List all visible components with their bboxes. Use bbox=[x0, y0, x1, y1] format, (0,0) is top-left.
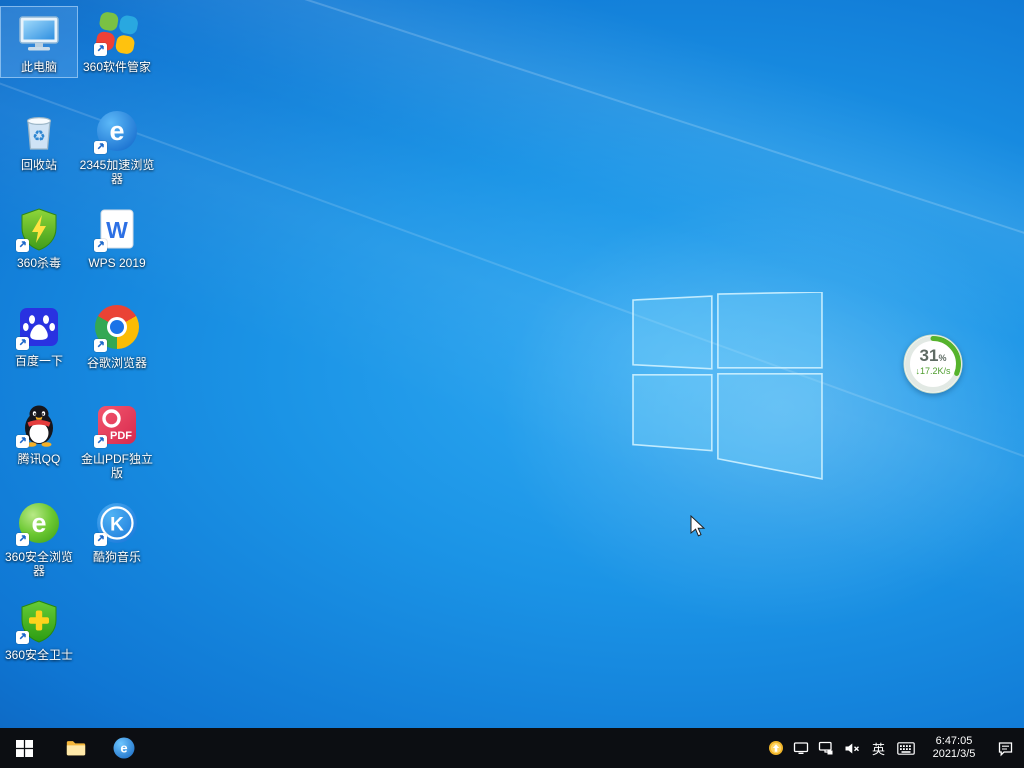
desktop-icon-label: 腾讯QQ bbox=[1, 452, 77, 466]
tray-volume-muted-button[interactable] bbox=[838, 728, 865, 768]
file-explorer-button[interactable] bbox=[56, 728, 96, 768]
desktop-icon-360-software-manager[interactable]: 360软件管家 bbox=[79, 7, 155, 77]
start-button[interactable] bbox=[0, 728, 48, 768]
shortcut-arrow-icon bbox=[94, 43, 107, 56]
desktop-icon-kugou-music[interactable]: K 酷狗音乐 bbox=[79, 497, 155, 567]
desktop-icon-label: 360杀毒 bbox=[1, 256, 77, 270]
download-progress-widget[interactable]: 31% ↓17.2K/s bbox=[901, 332, 965, 396]
desktop-icon-label: 360软件管家 bbox=[79, 60, 155, 74]
desktop-icon-wps-2019[interactable]: W WPS 2019 bbox=[79, 203, 155, 273]
taskbar: e bbox=[0, 728, 1024, 768]
tray-speedup-ball-button[interactable] bbox=[764, 728, 788, 768]
svg-text:K: K bbox=[110, 515, 124, 536]
svg-text:W: W bbox=[106, 217, 128, 243]
tray-touch-keyboard-button[interactable] bbox=[892, 728, 920, 768]
tray-display-button[interactable] bbox=[788, 728, 813, 768]
svg-text:e: e bbox=[109, 116, 124, 146]
svg-text:PDF: PDF bbox=[110, 430, 132, 442]
desktop-icon-label: 金山PDF独立版 bbox=[79, 452, 155, 480]
desktop-icon-label: 百度一下 bbox=[1, 354, 77, 368]
tray-network-button[interactable] bbox=[813, 728, 838, 768]
desktop-icon-kingsoft-pdf[interactable]: PDF 金山PDF独立版 bbox=[79, 399, 155, 483]
desktop-icon-label: 360安全浏览器 bbox=[1, 550, 77, 578]
qq-penguin-icon bbox=[15, 401, 63, 449]
volume-muted-icon bbox=[843, 740, 860, 757]
desktop-icon-label: 谷歌浏览器 bbox=[79, 356, 155, 370]
shortcut-arrow-icon bbox=[94, 141, 107, 154]
shortcut-arrow-icon bbox=[94, 339, 107, 352]
wps-2019-icon: W bbox=[93, 205, 141, 253]
chrome-icon bbox=[93, 305, 141, 353]
windows-start-icon bbox=[16, 740, 33, 757]
svg-text:e: e bbox=[120, 741, 127, 756]
desktop-icon-label: 此电脑 bbox=[1, 60, 77, 74]
desktop-icon-label: 360安全卫士 bbox=[1, 648, 77, 662]
touch-keyboard-icon bbox=[897, 742, 915, 755]
shortcut-arrow-icon bbox=[16, 239, 29, 252]
recycle-bin-icon: ♻ bbox=[15, 107, 63, 155]
desktop-icon-label: WPS 2019 bbox=[79, 256, 155, 270]
tray-ime-indicator[interactable]: 英 bbox=[865, 728, 892, 768]
360-antivirus-icon bbox=[15, 205, 63, 253]
desktop-icon-label: 酷狗音乐 bbox=[79, 550, 155, 564]
desktop-icon-chrome[interactable]: 谷歌浏览器 bbox=[79, 301, 155, 373]
desktop-icon-tencent-qq[interactable]: 腾讯QQ bbox=[1, 399, 77, 469]
gold-speedup-icon bbox=[768, 740, 784, 756]
shortcut-arrow-icon bbox=[16, 337, 29, 350]
360-safety-guard-icon bbox=[15, 597, 63, 645]
display-icon bbox=[793, 740, 809, 756]
action-center-icon bbox=[997, 740, 1014, 757]
shortcut-arrow-icon bbox=[94, 435, 107, 448]
download-percent: 31% bbox=[901, 347, 965, 367]
360-browser-icon: e bbox=[15, 499, 63, 547]
desktop-icon-baidu[interactable]: 百度一下 bbox=[1, 301, 77, 371]
desktop-icon-label: 回收站 bbox=[1, 158, 77, 172]
desktop-icon-360-safety-guard[interactable]: 360安全卫士 bbox=[1, 595, 77, 665]
tray-clock[interactable]: 6:47:05 2021/3/5 bbox=[920, 728, 988, 768]
action-center-button[interactable] bbox=[988, 728, 1022, 768]
clock-date: 2021/3/5 bbox=[933, 748, 976, 761]
shortcut-arrow-icon bbox=[94, 533, 107, 546]
browser-taskbar-button[interactable]: e bbox=[104, 728, 144, 768]
desktop-icon-2345-browser[interactable]: e 2345加速浏览器 bbox=[79, 105, 155, 189]
windows-logo bbox=[632, 292, 824, 484]
kingsoft-pdf-icon: PDF bbox=[93, 401, 141, 449]
desktop-icon-this-pc[interactable]: 此电脑 bbox=[1, 7, 77, 77]
shortcut-arrow-icon bbox=[16, 533, 29, 546]
network-ethernet-icon bbox=[818, 740, 834, 756]
baidu-icon bbox=[15, 303, 63, 351]
browser-e-icon: e bbox=[112, 736, 136, 760]
360-software-manager-icon bbox=[93, 9, 141, 57]
desktop-icon-360-browser[interactable]: e 360安全浏览器 bbox=[1, 497, 77, 581]
svg-text:e: e bbox=[31, 508, 46, 538]
2345-browser-icon: e bbox=[93, 107, 141, 155]
kugou-music-icon: K bbox=[93, 499, 141, 547]
system-tray: 英 6:47:05 2021/3/5 bbox=[764, 728, 1022, 768]
folder-icon bbox=[65, 737, 87, 759]
shortcut-arrow-icon bbox=[94, 239, 107, 252]
desktop-icon-label: 2345加速浏览器 bbox=[79, 158, 155, 186]
shortcut-arrow-icon bbox=[16, 435, 29, 448]
shortcut-arrow-icon bbox=[16, 631, 29, 644]
this-pc-icon bbox=[15, 9, 63, 57]
desktop-icon-360-antivirus[interactable]: 360杀毒 bbox=[1, 203, 77, 273]
download-speed: ↓17.2K/s bbox=[901, 366, 965, 377]
clock-time: 6:47:05 bbox=[936, 735, 973, 748]
desktop-icon-recycle-bin[interactable]: ♻ 回收站 bbox=[1, 105, 77, 175]
svg-text:♻: ♻ bbox=[32, 128, 45, 145]
ime-language-label: 英 bbox=[872, 739, 885, 758]
